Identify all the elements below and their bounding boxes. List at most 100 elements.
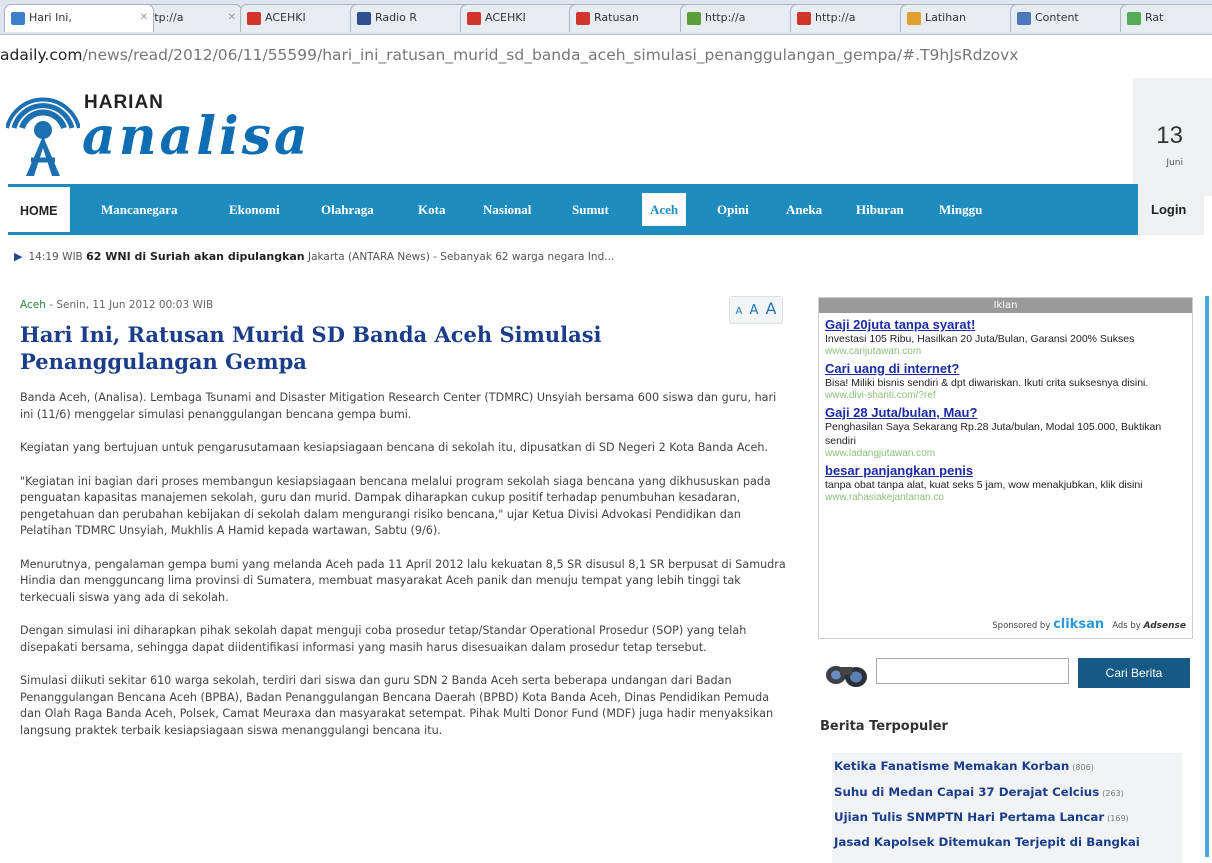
page-favicon-icon xyxy=(11,12,25,25)
browser-tab-strip: Hari Ini, ✕ http://a ✕ ACEHKI ✕ Radio R … xyxy=(0,0,1212,35)
tab-label: Content xyxy=(1035,11,1079,24)
article-category[interactable]: Aceh xyxy=(20,299,46,311)
tab-label: Latihan xyxy=(925,11,966,24)
browser-tab[interactable]: Content ✕ xyxy=(1010,4,1134,32)
nav-item-ekonomi[interactable]: Ekonomi xyxy=(229,184,280,235)
adsense-brand[interactable]: Adsense xyxy=(1144,621,1186,631)
nav-item-sumut[interactable]: Sumut xyxy=(572,184,609,235)
browser-tab[interactable]: Rat xyxy=(1120,4,1212,32)
page-favicon-icon xyxy=(1127,12,1141,25)
page-favicon-icon xyxy=(357,12,371,25)
popular-item-title[interactable]: Ujian Tulis SNMPTN Hari Pertama Lancar xyxy=(834,810,1104,824)
nav-item-hiburan[interactable]: Hiburan xyxy=(856,184,904,235)
popular-item[interactable]: Ketika Fanatisme Memakan Korban (806) xyxy=(834,759,1094,773)
date-day: 13 xyxy=(1156,122,1183,149)
close-icon[interactable]: ✕ xyxy=(140,5,148,31)
search-button[interactable]: Cari Berita xyxy=(1078,658,1190,688)
tab-label: ACEHKI xyxy=(485,11,526,24)
news-ticker: ▶ 14:19 WIB 62 WNI di Suriah akan dipulan… xyxy=(14,250,614,263)
page-favicon-icon xyxy=(576,12,590,25)
popular-item[interactable]: Jasad Kapolsek Ditemukan Terjepit di Ban… xyxy=(834,835,1143,849)
ad-header: Iklan xyxy=(819,298,1192,313)
browser-tab[interactable]: ACEHKI ✕ xyxy=(240,4,364,32)
browser-tab[interactable]: http://a ✕ xyxy=(790,4,914,32)
browser-tab[interactable]: Ratusan ✕ xyxy=(569,4,693,32)
tab-label: ACEHKI xyxy=(265,11,306,24)
popular-item-count: (263) xyxy=(1102,789,1124,798)
page-favicon-icon xyxy=(687,12,701,25)
nav-item-aceh[interactable]: Aceh xyxy=(642,193,687,226)
page-favicon-icon xyxy=(1017,12,1031,25)
nav-item-home[interactable]: HOME xyxy=(8,187,70,232)
ad-url[interactable]: www.ladangjutawan.com xyxy=(825,448,1186,459)
ad-title[interactable]: besar panjangkan penis xyxy=(825,463,1186,478)
ad-url[interactable]: www.divi-shanti.com/?ref xyxy=(825,390,1186,401)
nav-item-minggu[interactable]: Minggu xyxy=(939,184,982,235)
ticker-snippet: Jakarta (ANTARA News) - Sebanyak 62 warg… xyxy=(307,251,615,263)
font-size-medium-button[interactable]: A xyxy=(749,303,758,318)
browser-tab[interactable]: http://a ✕ xyxy=(680,4,804,32)
sidebar-divider xyxy=(1205,296,1209,857)
antenna-logo-icon[interactable] xyxy=(6,88,80,178)
nav-item-olahraga[interactable]: Olahraga xyxy=(321,184,374,235)
article-paragraph: Dengan simulasi ini diharapkan pihak sek… xyxy=(20,624,747,654)
popular-item-title[interactable]: Ketika Fanatisme Memakan Korban xyxy=(834,759,1069,773)
ad-title[interactable]: Gaji 28 Juta/bulan, Mau? xyxy=(825,405,1186,420)
browser-tab[interactable]: ACEHKI ✕ xyxy=(460,4,584,32)
ad-title[interactable]: Gaji 20juta tanpa syarat! xyxy=(825,317,1186,332)
ticker-headline[interactable]: 62 WNI di Suriah akan dipulangkan xyxy=(86,250,305,263)
article-meta: Aceh - Senin, 11 Jun 2012 00:03 WIB xyxy=(20,299,213,311)
ad-item[interactable]: Cari uang di internet? Bisa! Miliki bisn… xyxy=(819,361,1192,401)
nav-item-kota[interactable]: Kota xyxy=(418,184,445,235)
nav-item-opini[interactable]: Opini xyxy=(717,184,749,235)
sponsor-brand[interactable]: cliksan xyxy=(1053,617,1104,632)
tab-label: Ratusan xyxy=(594,11,639,24)
logo-wordmark[interactable]: analisa xyxy=(82,106,311,167)
popular-heading: Berita Terpopuler xyxy=(820,719,948,734)
popular-item[interactable]: Suhu di Medan Capai 37 Derajat Celcius (2… xyxy=(834,785,1124,799)
login-link[interactable]: Login xyxy=(1151,184,1186,235)
ticker-time: 14:19 WIB xyxy=(28,251,83,263)
font-size-large-button[interactable]: A xyxy=(765,299,776,318)
article-paragraph: Simulasi diikuti sekitar 610 warga sekol… xyxy=(20,674,774,737)
ad-item[interactable]: Gaji 28 Juta/bulan, Mau? Penghasilan Say… xyxy=(819,405,1192,459)
ad-url[interactable]: www.carijutawan.com xyxy=(825,346,1186,357)
ad-title[interactable]: Cari uang di internet? xyxy=(825,361,1186,376)
popular-item-title[interactable]: Suhu di Medan Capai 37 Derajat Celcius xyxy=(834,785,1099,799)
play-arrow-icon: ▶ xyxy=(14,250,23,263)
popular-item-count: (806) xyxy=(1072,763,1094,772)
tab-label: Radio R xyxy=(375,11,418,24)
tab-label: http://a xyxy=(705,11,746,24)
close-icon[interactable]: ✕ xyxy=(228,5,236,31)
browser-tab[interactable]: Radio R ✕ xyxy=(350,4,474,32)
font-size-small-button[interactable]: A xyxy=(736,306,743,317)
ad-footer: Sponsored by cliksan Ads by Adsense xyxy=(992,617,1186,632)
popular-list: Ketika Fanatisme Memakan Korban (806) Suh… xyxy=(832,753,1182,863)
popular-item-title[interactable]: Jasad Kapolsek Ditemukan Terjepit di Ban… xyxy=(834,835,1140,849)
popular-item[interactable]: Ujian Tulis SNMPTN Hari Pertama Lancar (1… xyxy=(834,810,1129,824)
tab-label: Hari Ini, xyxy=(29,11,72,24)
search-input[interactable] xyxy=(876,658,1069,684)
ad-description: Bisa! Miliki bisnis sendiri & dpt diwari… xyxy=(825,377,1149,389)
nav-item-aneka[interactable]: Aneka xyxy=(786,184,822,235)
login-box: Login xyxy=(1138,184,1204,235)
main-nav: HOME Mancanegara Ekonomi Olahraga Kota N… xyxy=(8,184,1204,235)
browser-tab[interactable]: Latihan ✕ xyxy=(900,4,1024,32)
address-bar[interactable]: adaily.com/news/read/2012/06/11/55599/ha… xyxy=(0,35,1212,75)
popular-item-count: (169) xyxy=(1107,814,1129,823)
article-title: Hari Ini, Ratusan Murid SD Banda Aceh Si… xyxy=(20,322,602,374)
binoculars-icon xyxy=(822,655,870,691)
nav-item-mancanegara[interactable]: Mancanegara xyxy=(101,184,178,235)
ad-item[interactable]: Gaji 20juta tanpa syarat! Investasi 105 … xyxy=(819,317,1192,357)
site-header: HARIAN analisa xyxy=(0,78,1130,184)
ad-url[interactable]: www.rahasiakejantanan.co xyxy=(825,492,1186,503)
popular-news: Berita Terpopuler Ketika Fanatisme Memak… xyxy=(818,711,1191,863)
tab-label: http://a xyxy=(815,11,856,24)
url-path: /news/read/2012/06/11/55599/hari_ini_rat… xyxy=(82,46,1019,64)
ad-description: Penghasilan Saya Sekarang Rp.28 Juta/bul… xyxy=(825,421,1162,447)
font-size-controls: A A A xyxy=(729,296,783,324)
browser-tab[interactable]: Hari Ini, ✕ xyxy=(4,4,154,32)
ad-item[interactable]: besar panjangkan penis tanpa obat tanpa … xyxy=(819,463,1192,503)
article-paragraph: Menurutnya, pengalaman gempa bumi yang m… xyxy=(20,557,786,604)
nav-item-nasional[interactable]: Nasional xyxy=(483,184,531,235)
